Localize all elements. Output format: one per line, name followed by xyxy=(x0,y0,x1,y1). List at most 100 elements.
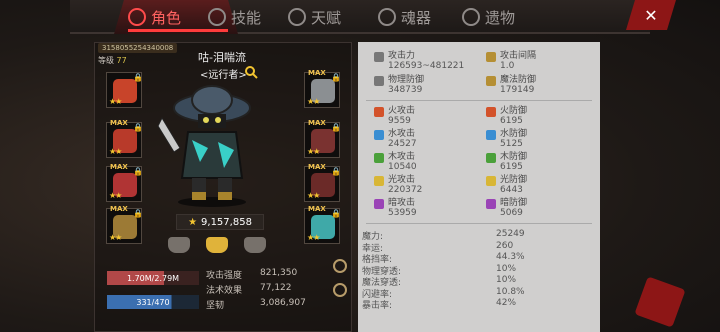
star-rating: ★★ xyxy=(307,233,320,242)
stat-value: 42% xyxy=(496,298,517,308)
stat-value: 10% xyxy=(496,275,517,285)
stat-value: 10% xyxy=(496,263,517,274)
stat-entry: 水防御 5125 xyxy=(486,129,528,149)
stat-icon xyxy=(486,107,496,117)
stat-value: 348739 xyxy=(388,85,423,95)
lock-icon: 🔒 xyxy=(331,209,341,218)
max-badge: MAX xyxy=(110,163,128,171)
stat-label: 暴击率: xyxy=(362,301,393,311)
armor-set-row xyxy=(168,237,266,253)
tab-talent[interactable]: 天赋 xyxy=(288,4,341,30)
max-badge: MAX xyxy=(110,205,128,213)
star-rating: ★★ xyxy=(109,191,122,200)
armor-set-icon[interactable] xyxy=(244,237,266,253)
stat-icon xyxy=(374,76,384,86)
stat-value: 9559 xyxy=(388,116,411,126)
stat-icon xyxy=(374,130,384,140)
stat-icon xyxy=(486,130,496,140)
attack-strength: 攻击强度 821,350 xyxy=(206,268,297,281)
stat-icon xyxy=(486,76,496,86)
equipment-slot[interactable]: MAX 🔒 ★★ xyxy=(106,163,143,202)
combat-power-value: 9,157,858 xyxy=(201,216,252,228)
star-rating: ★★ xyxy=(307,147,320,156)
character-name: 咕-泪喘流 xyxy=(198,51,246,64)
armor-set-icon[interactable] xyxy=(206,237,228,253)
stat-entry: 攻击力 126593~481221 xyxy=(374,51,465,71)
stat-entry: 光攻击 220372 xyxy=(374,175,423,195)
stat-entry: 暗攻击 53959 xyxy=(374,198,417,218)
stats-divider xyxy=(366,223,592,224)
equipment-slot[interactable]: 🔒 ★★ xyxy=(106,72,143,108)
tab-label: 天赋 xyxy=(311,8,342,27)
star-rating: ★★ xyxy=(109,97,122,106)
equipment-slot[interactable]: MAX 🔒 ★★ xyxy=(304,69,341,108)
tab-label: 魂器 xyxy=(401,8,432,27)
stat-label: 魔法防御 xyxy=(500,75,537,85)
stat-label: 暗攻击 xyxy=(388,198,416,208)
stat-label: 木防御 xyxy=(500,152,528,162)
stat-value: 44.3% xyxy=(496,252,525,262)
stat-icon xyxy=(374,199,384,209)
search-icon[interactable] xyxy=(244,65,258,79)
stat-value: 1.0 xyxy=(500,61,515,71)
tab-soul[interactable]: 魂器 xyxy=(378,4,431,30)
stat-value: 24527 xyxy=(388,139,417,149)
stat-label: 水攻击 xyxy=(388,129,416,139)
boost-icon[interactable] xyxy=(333,259,347,273)
tab-label: 角色 xyxy=(151,8,182,27)
star-rating: ★★ xyxy=(307,191,320,200)
level-value: 77 xyxy=(116,56,127,65)
max-badge: MAX xyxy=(308,163,326,171)
misc-stat-row: 暴击率: 42% xyxy=(362,298,592,311)
stat-label: 火攻击 xyxy=(388,106,416,116)
hp-bar: 1.70M/2.79M xyxy=(107,271,199,285)
swap-icon[interactable] xyxy=(333,283,347,297)
tab-relic[interactable]: 遗物 xyxy=(462,4,515,30)
spell-effect: 法术效果 77,122 xyxy=(206,283,292,296)
stat-value: 5125 xyxy=(500,139,523,149)
stat-label: 物理防御 xyxy=(388,75,425,85)
lock-icon: 🔒 xyxy=(133,167,143,176)
stat-value: 10540 xyxy=(388,162,417,172)
stat-entry: 木防御 6195 xyxy=(486,152,528,172)
stat-value: 220372 xyxy=(388,185,423,195)
stat-value: 5069 xyxy=(500,208,523,218)
stat-entry: 暗防御 5069 xyxy=(486,198,527,218)
star-rating: ★★ xyxy=(109,233,122,242)
stat-icon xyxy=(486,52,496,62)
stat-entry: 攻击间隔 1.0 xyxy=(486,51,536,71)
stat-label: 火防御 xyxy=(500,106,528,116)
stat-entry: 光防御 6443 xyxy=(486,175,527,195)
max-badge: MAX xyxy=(308,119,326,127)
equipment-slot[interactable]: MAX 🔒 ★★ xyxy=(304,163,341,202)
equipment-slot[interactable]: MAX 🔒 ★★ xyxy=(304,205,341,244)
max-badge: MAX xyxy=(308,205,326,213)
tab-skill[interactable]: 技能 xyxy=(208,4,261,30)
stat-value: 6195 xyxy=(500,116,523,126)
stat-entry: 魔法防御 179149 xyxy=(486,75,537,95)
close-icon: ✕ xyxy=(644,5,658,25)
stat-icon xyxy=(486,199,496,209)
stat-icon xyxy=(374,52,384,62)
stat-icon xyxy=(486,153,496,163)
lock-icon: 🔒 xyxy=(331,167,341,176)
armor-set-icon[interactable] xyxy=(168,237,190,253)
level-display: 等级 77 xyxy=(98,55,127,66)
stat-value: 126593~481221 xyxy=(388,61,465,71)
stats-divider xyxy=(366,100,592,101)
stat-value: 10.8% xyxy=(496,286,525,297)
equipment-slot[interactable]: MAX 🔒 ★★ xyxy=(106,119,143,158)
stat-label: 法术效果 xyxy=(206,286,243,296)
stat-entry: 火防御 6195 xyxy=(486,106,528,126)
equipment-slot[interactable]: MAX 🔒 ★★ xyxy=(304,119,341,158)
star-icon: ★ xyxy=(188,216,198,228)
character-icon xyxy=(128,8,146,26)
talent-icon xyxy=(288,8,306,26)
tab-character[interactable]: 角色 xyxy=(128,4,181,30)
stat-label: 水防御 xyxy=(500,129,528,139)
equipment-slot[interactable]: MAX 🔒 ★★ xyxy=(106,205,143,244)
stat-label: 攻击强度 xyxy=(206,271,243,281)
stat-entry: 水攻击 24527 xyxy=(374,129,417,149)
stat-value: 3,086,907 xyxy=(260,298,306,308)
stat-label: 坚韧 xyxy=(206,301,225,311)
